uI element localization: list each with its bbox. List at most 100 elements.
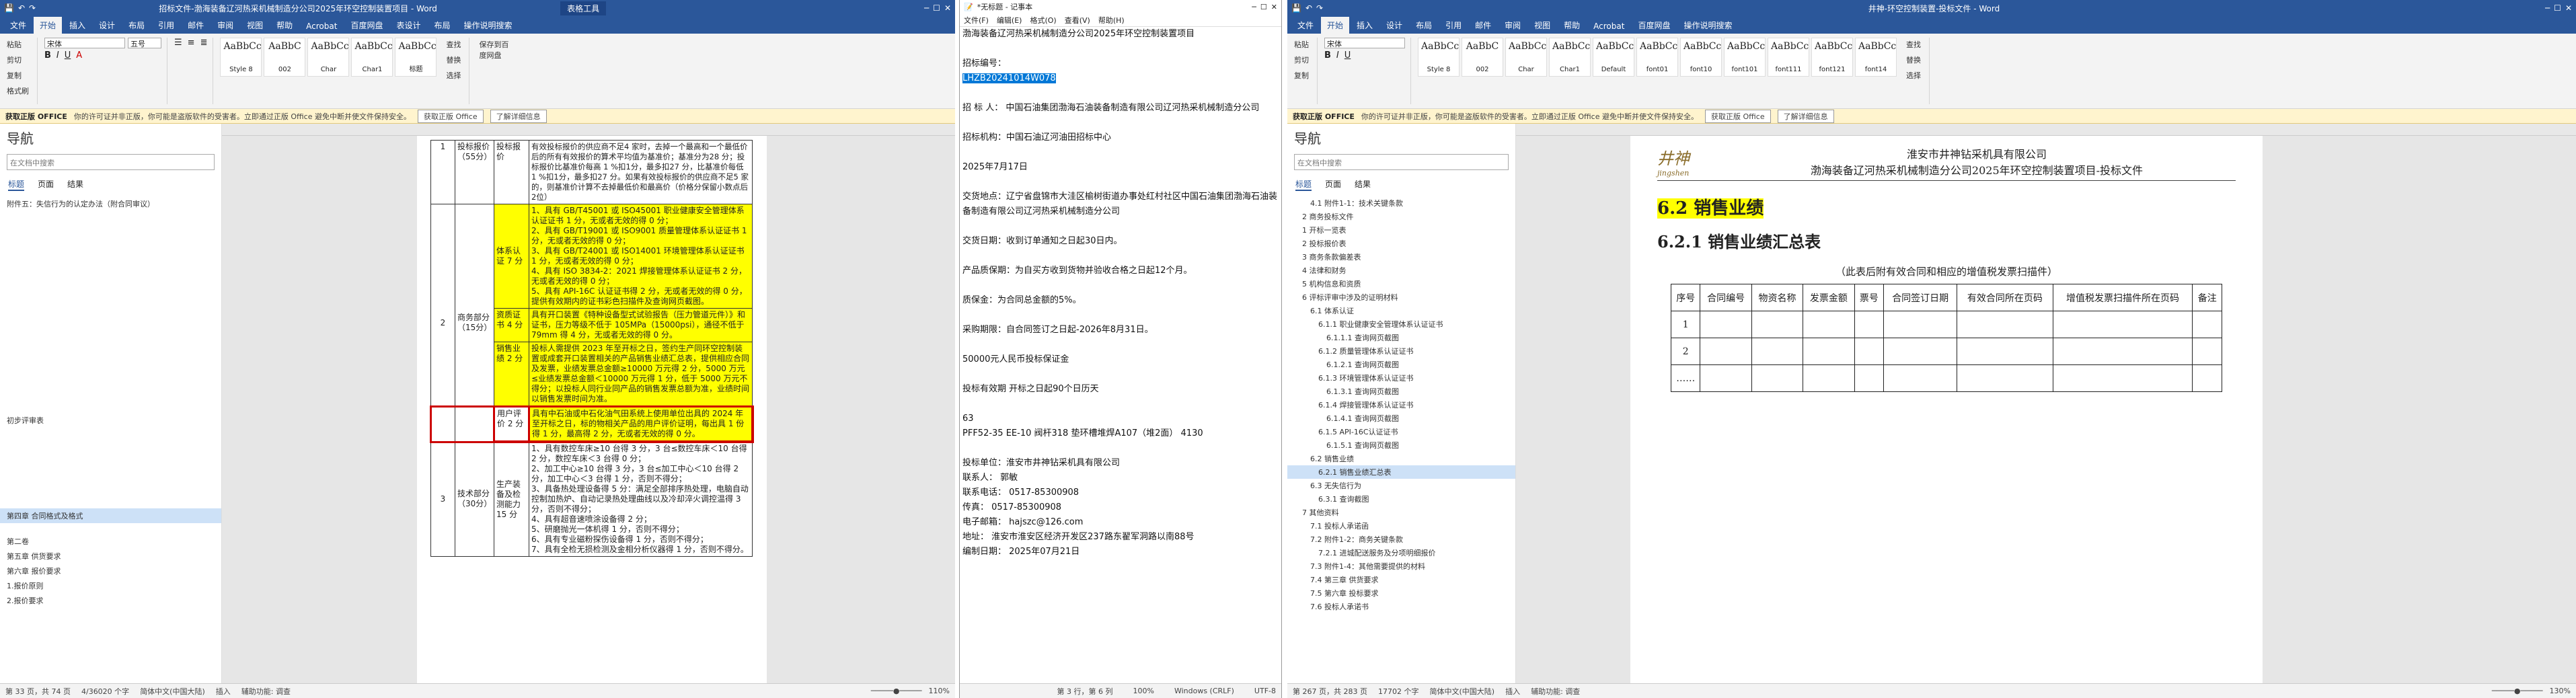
word-count[interactable]: 4/36020 个字: [81, 686, 129, 697]
select-button[interactable]: 选择: [443, 69, 463, 82]
align-center-icon[interactable]: ≣: [200, 38, 208, 48]
undo-icon[interactable]: ↶: [1305, 3, 1312, 13]
nav-heading-item[interactable]: 7.2 附件1-2：商务关键条款: [1287, 533, 1515, 546]
style-swatch[interactable]: AaBbCcDc font111: [1768, 38, 1809, 77]
table-cell[interactable]: [2052, 338, 2193, 365]
table-cell[interactable]: [1803, 311, 1855, 338]
style-swatch[interactable]: AaBbCcDc font14: [1855, 38, 1897, 77]
zoom-slider[interactable]: ─────●─────: [2492, 687, 2543, 695]
learn-more-button[interactable]: 了解详细信息: [1777, 109, 1834, 123]
nav-heading-item[interactable]: 7.1 投标人承诺函: [1287, 519, 1515, 533]
zoom-level[interactable]: 110%: [929, 687, 950, 695]
language-indicator[interactable]: 简体中文(中国大陆): [1429, 686, 1494, 697]
replace-button[interactable]: 替换: [1903, 53, 1924, 67]
zoom-slider[interactable]: ─────●─────: [871, 687, 922, 695]
style-swatch[interactable]: AaBbCcDc font121: [1811, 38, 1853, 77]
copy-button[interactable]: 复制: [1291, 69, 1312, 82]
accessibility-status[interactable]: 辅助功能: 调查: [1531, 686, 1580, 697]
font-name-box[interactable]: 宋体: [44, 38, 125, 48]
style-swatch[interactable]: AaBbCcDc font10: [1680, 38, 1722, 77]
style-swatch[interactable]: AaBbC 002: [264, 38, 306, 77]
nav-tab[interactable]: 页面: [38, 178, 54, 191]
style-swatch[interactable]: AaBbCcD font01: [1636, 38, 1678, 77]
cut-button[interactable]: 剪切: [4, 53, 32, 67]
table-cell[interactable]: [1751, 311, 1804, 338]
minimize-icon[interactable]: ─: [2545, 3, 2550, 13]
style-swatch[interactable]: AaBbCcI Style 8: [1418, 38, 1460, 77]
save-to-baidu-button[interactable]: 保存到百度网盘: [476, 38, 517, 62]
ribbon-tab[interactable]: 邮件: [182, 17, 210, 34]
numbering-icon[interactable]: ≡: [188, 38, 195, 48]
nav-heading-item[interactable]: 6.1.3 环境管理体系认证证书: [1287, 371, 1515, 385]
menu-item[interactable]: 文件(F): [964, 15, 989, 26]
format-painter-button[interactable]: 格式刷: [4, 84, 32, 98]
page-indicator[interactable]: 第 267 页，共 283 页: [1293, 686, 1367, 697]
redo-icon[interactable]: ↷: [1316, 3, 1323, 13]
table-cell[interactable]: [2052, 364, 2193, 392]
menu-item[interactable]: 编辑(E): [997, 15, 1022, 26]
nav-heading-item[interactable]: 6.1.4 焊接管理体系认证证书: [1287, 398, 1515, 412]
nav-heading-item[interactable]: 附件五：失信行为的认定办法（附合同审议）: [0, 196, 221, 211]
menu-item[interactable]: 格式(O): [1030, 15, 1056, 26]
close-icon[interactable]: ✕: [2565, 3, 2572, 13]
bullets-icon[interactable]: ☰: [174, 38, 182, 48]
nav-search-input[interactable]: 在文档中搜索: [1294, 154, 1509, 170]
nav-tab[interactable]: 标题: [1295, 178, 1312, 191]
undo-icon[interactable]: ↶: [18, 3, 25, 13]
table-cell[interactable]: [1957, 364, 2053, 392]
style-swatch[interactable]: AaBbCcDc font101: [1724, 38, 1766, 77]
replace-button[interactable]: 替换: [443, 53, 463, 67]
nav-heading-item[interactable]: 7.4 第三章 供货要求: [1287, 573, 1515, 586]
find-button[interactable]: 查找: [443, 38, 463, 51]
ribbon-tab[interactable]: 开始: [34, 17, 63, 34]
font-color-icon[interactable]: A: [76, 50, 82, 61]
insert-mode[interactable]: 插入: [1505, 686, 1520, 697]
nav-heading-item[interactable]: 第二卷: [0, 534, 221, 549]
ribbon-tab[interactable]: 操作说明搜索: [458, 17, 519, 34]
ribbon-tab[interactable]: 插入: [63, 17, 91, 34]
nav-heading-item[interactable]: 第六章 报价要求: [0, 564, 221, 578]
ribbon-tab[interactable]: 审阅: [1499, 17, 1527, 34]
nav-heading-item[interactable]: 1 开标一览表: [1287, 223, 1515, 237]
ribbon-tab[interactable]: 帮助: [1558, 17, 1586, 34]
nav-heading-item[interactable]: 6.1.3.1 查询网页截图: [1287, 385, 1515, 398]
nav-heading-item[interactable]: 7.3 附件1-4：其他需要提供的材料: [1287, 559, 1515, 573]
notepad-text-area[interactable]: 渤海装备辽河热采机械制造分公司2025年环空控制装置项目 招标编号： LHZB202…: [960, 27, 1281, 683]
get-office-button[interactable]: 获取正版 Office: [1705, 109, 1771, 123]
ribbon-tab[interactable]: 视图: [1528, 17, 1556, 34]
underline-icon[interactable]: U: [1344, 50, 1351, 61]
ribbon-tab[interactable]: 邮件: [1469, 17, 1497, 34]
nav-heading-item[interactable]: 6.1.1 职业健康安全管理体系认证证书: [1287, 317, 1515, 331]
nav-heading-item[interactable]: 2 商务投标文件: [1287, 210, 1515, 223]
table-cell[interactable]: [1751, 338, 1804, 365]
table-cell[interactable]: [1883, 364, 1958, 392]
table-cell[interactable]: [1854, 311, 1885, 338]
find-button[interactable]: 查找: [1903, 38, 1924, 51]
ribbon-tab[interactable]: 操作说明搜索: [1677, 17, 1738, 34]
font-name-box[interactable]: 宋体: [1324, 38, 1405, 48]
ribbon-tab[interactable]: 审阅: [211, 17, 239, 34]
nav-tab[interactable]: 页面: [1325, 178, 1341, 191]
maximize-icon[interactable]: ☐: [1260, 3, 1267, 11]
nav-heading-item[interactable]: 6.1.5.1 查询网页截图: [1287, 438, 1515, 452]
table-cell[interactable]: [1700, 338, 1752, 365]
font-size-box[interactable]: 五号: [128, 38, 161, 48]
nav-heading-item[interactable]: 6.2.1 销售业绩汇总表: [1287, 465, 1515, 479]
style-swatch[interactable]: AaBbCcDc 标题: [395, 38, 437, 77]
style-swatch[interactable]: AaBbC 002: [1462, 38, 1503, 77]
menu-item[interactable]: 帮助(H): [1098, 15, 1125, 26]
nav-tab[interactable]: 标题: [8, 178, 25, 191]
nav-heading-item[interactable]: 7.6 投标人承诺书: [1287, 600, 1515, 613]
ribbon-tab[interactable]: 百度网盘: [1632, 17, 1676, 34]
minimize-icon[interactable]: ─: [1252, 3, 1256, 11]
ribbon-tab[interactable]: 开始: [1321, 17, 1350, 34]
save-icon[interactable]: 💾: [1291, 3, 1301, 13]
close-icon[interactable]: ✕: [1271, 3, 1277, 11]
bold-icon[interactable]: B: [44, 50, 51, 61]
table-cell[interactable]: [1854, 364, 1885, 392]
nav-heading-item[interactable]: 2 投标报价表: [1287, 237, 1515, 250]
nav-search-input[interactable]: 在文档中搜索: [7, 154, 215, 170]
nav-heading-item[interactable]: 6.1.1.1 查询网页截图: [1287, 331, 1515, 344]
cut-button[interactable]: 剪切: [1291, 53, 1312, 67]
style-swatch[interactable]: AaBbCcDc Char1: [1549, 38, 1591, 77]
